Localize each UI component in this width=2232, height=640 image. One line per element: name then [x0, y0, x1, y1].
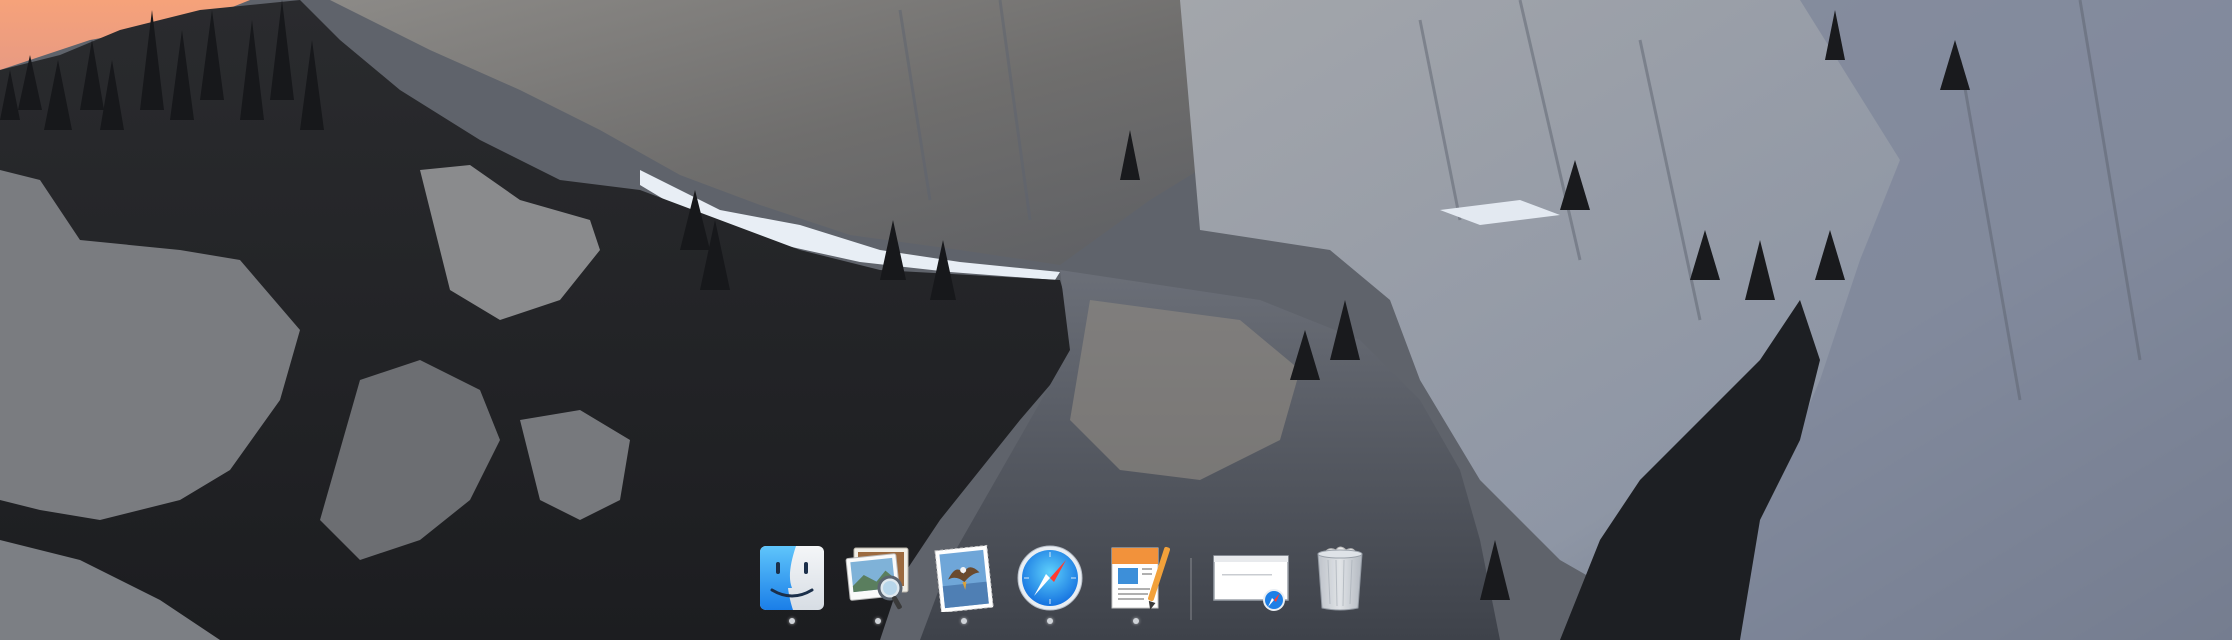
dock-item-pages[interactable]: Pages [1100, 544, 1172, 630]
dock-item-minimized-window[interactable]: Safari Window [1210, 544, 1290, 630]
trash-icon [1306, 544, 1374, 612]
dock: Finder Preview [748, 538, 1384, 630]
desktop[interactable]: Finder Preview [0, 0, 2232, 640]
dock-item-preview[interactable]: Preview [842, 544, 914, 630]
pages-icon [1102, 544, 1170, 612]
dock-item-trash[interactable]: Trash [1304, 544, 1376, 630]
minimized-safari-window-icon [1210, 544, 1290, 612]
mail-icon [930, 544, 998, 612]
finder-icon [758, 544, 826, 612]
running-indicator [1133, 618, 1139, 624]
running-indicator [1047, 618, 1053, 624]
running-indicator [875, 618, 881, 624]
dock-item-mail[interactable]: Mail [928, 544, 1000, 630]
running-indicator [961, 618, 967, 624]
safari-icon [1016, 544, 1084, 612]
preview-icon [844, 544, 912, 612]
running-indicator [789, 618, 795, 624]
dock-item-finder[interactable]: Finder [756, 544, 828, 630]
dock-separator [1190, 558, 1192, 620]
dock-item-safari[interactable]: Safari [1014, 544, 1086, 630]
